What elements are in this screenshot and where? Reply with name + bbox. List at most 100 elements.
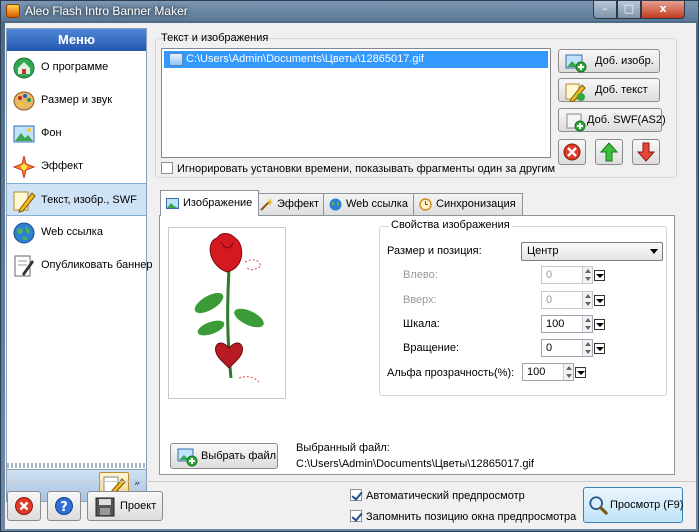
pencil-icon: [13, 191, 36, 213]
magnifier-icon: [589, 496, 608, 515]
text-images-group-label: Текст и изображения: [161, 32, 269, 44]
auto-preview-label: Автоматический предпросмотр: [366, 490, 525, 502]
spin-arrows-icon[interactable]: [582, 292, 592, 308]
size-position-label: Размер и позиция:: [387, 245, 482, 257]
tab-image[interactable]: Изображение: [160, 190, 260, 216]
tab-effect-label: Эффект: [277, 198, 320, 210]
rose-image: [194, 233, 264, 383]
list-item-label: C:\Users\Admin\Documents\Цветы\12865017.…: [186, 53, 424, 65]
title-bar[interactable]: Aleo Flash Intro Banner Maker – □ x: [1, 1, 698, 21]
spin-arrows-icon[interactable]: [582, 267, 592, 283]
sidebar-item-label: Опубликовать баннер: [41, 259, 153, 271]
alpha-spinner[interactable]: 100: [522, 363, 574, 381]
add-text-button[interactable]: Доб. текст: [558, 78, 660, 102]
save-disk-icon: [95, 497, 115, 517]
close-icon: [15, 497, 33, 515]
client-area: Меню О программе Размер и звук Фон Эффек…: [5, 23, 696, 529]
size-position-value: Центр: [527, 245, 559, 257]
minimize-button[interactable]: –: [593, 1, 617, 19]
preview-button[interactable]: Просмотр (F9): [583, 487, 683, 523]
delete-item-button[interactable]: [558, 139, 586, 165]
tab-effect[interactable]: Эффект: [254, 193, 327, 215]
project-button[interactable]: Проект: [87, 491, 163, 521]
scale-value: 100: [546, 318, 565, 330]
spin-arrows-icon[interactable]: [582, 340, 592, 356]
image-icon: [166, 198, 179, 209]
remember-position-checkbox[interactable]: [350, 510, 362, 522]
remember-position-option[interactable]: Запомнить позицию окна предпросмотра: [350, 510, 576, 523]
ignore-timing-checkbox[interactable]: [161, 162, 173, 174]
auto-preview-option[interactable]: Автоматический предпросмотр: [350, 489, 525, 502]
app-window: Aleo Flash Intro Banner Maker – □ x Меню…: [0, 0, 699, 532]
rotation-spinner[interactable]: 0: [541, 339, 593, 357]
help-button[interactable]: ?: [47, 491, 81, 521]
palette-icon: [13, 91, 35, 111]
image-file-icon: [169, 53, 183, 66]
ignore-timing-option[interactable]: Игнорировать установки времени, показыва…: [161, 162, 555, 175]
tab-sync-label: Синхронизация: [436, 198, 516, 210]
choose-file-button[interactable]: Выбрать файл: [170, 443, 278, 469]
add-swf-button[interactable]: Доб. SWF(AS2): [558, 108, 666, 132]
sidebar-splitter-grip[interactable]: [7, 463, 146, 468]
bottom-separator: [5, 481, 696, 482]
list-item[interactable]: C:\Users\Admin\Documents\Цветы\12865017.…: [164, 51, 548, 68]
sidebar-item-label: Фон: [41, 127, 62, 139]
top-offset-spinner[interactable]: 0: [541, 291, 593, 309]
add-text-icon: [565, 83, 586, 102]
close-window-button[interactable]: x: [641, 1, 685, 19]
add-image-icon: [177, 448, 198, 467]
tab-web-link-label: Web ссылка: [346, 198, 408, 210]
left-offset-value: 0: [546, 269, 553, 281]
sidebar-item-about[interactable]: О программе: [7, 51, 146, 84]
maximize-button[interactable]: □: [617, 1, 641, 19]
globe-icon: [329, 198, 342, 211]
top-offset-value: 0: [546, 294, 553, 306]
app-logo-icon: [6, 4, 20, 18]
sidebar-item-publish[interactable]: Опубликовать баннер: [7, 249, 153, 282]
alpha-dropdown[interactable]: [575, 367, 586, 378]
left-offset-dropdown[interactable]: [594, 270, 605, 281]
picture-icon: [13, 125, 35, 143]
publish-icon: [14, 255, 34, 277]
spin-arrows-icon[interactable]: [563, 364, 573, 380]
sidebar-item-label: Web ссылка: [41, 226, 103, 238]
arrow-up-icon: [599, 142, 619, 162]
sidebar-item-background[interactable]: Фон: [7, 117, 146, 150]
tab-web-link[interactable]: Web ссылка: [323, 193, 415, 215]
sidebar-item-label: Размер и звук: [41, 94, 113, 106]
add-image-icon: [565, 54, 587, 73]
clock-icon: [419, 198, 432, 211]
preview-label: Просмотр (F9): [610, 499, 684, 511]
spin-arrows-icon[interactable]: [582, 316, 592, 332]
sidebar-item-label: О программе: [41, 61, 109, 73]
sidebar-item-size-sound[interactable]: Размер и звук: [7, 84, 146, 117]
left-offset-spinner[interactable]: 0: [541, 266, 593, 284]
move-down-button[interactable]: [632, 139, 660, 165]
tab-sync[interactable]: Синхронизация: [413, 193, 523, 215]
sidebar-item-web-link[interactable]: Web ссылка: [7, 216, 146, 249]
add-swf-icon: [566, 113, 586, 132]
top-offset-dropdown[interactable]: [594, 295, 605, 306]
rotation-dropdown[interactable]: [594, 343, 605, 354]
help-icon: ?: [55, 497, 73, 515]
size-position-select[interactable]: Центр: [521, 242, 663, 261]
project-label: Проект: [120, 500, 157, 512]
scale-label: Шкала:: [403, 318, 440, 330]
scale-dropdown[interactable]: [594, 319, 605, 330]
ignore-timing-label: Игнорировать установки времени, показыва…: [177, 163, 556, 175]
left-offset-label: Влево:: [403, 269, 438, 281]
selected-file-label: Выбранный файл:: [296, 442, 390, 454]
remember-position-label: Запомнить позицию окна предпросмотра: [366, 511, 577, 523]
add-image-button[interactable]: Доб. изобр.: [558, 49, 660, 73]
items-list[interactable]: C:\Users\Admin\Documents\Цветы\12865017.…: [161, 48, 551, 158]
delete-icon: [563, 143, 581, 161]
auto-preview-checkbox[interactable]: [350, 489, 362, 501]
move-up-button[interactable]: [595, 139, 623, 165]
scale-spinner[interactable]: 100: [541, 315, 593, 333]
selected-file-path: C:\Users\Admin\Documents\Цветы\12865017.…: [296, 458, 534, 470]
svg-text:?: ?: [60, 500, 68, 515]
rotation-value: 0: [546, 342, 553, 354]
sidebar-item-text-images-swf[interactable]: Текст, изобр., SWF: [7, 183, 146, 216]
exit-button[interactable]: [7, 491, 41, 521]
sidebar-item-effect[interactable]: Эффект: [7, 150, 146, 183]
